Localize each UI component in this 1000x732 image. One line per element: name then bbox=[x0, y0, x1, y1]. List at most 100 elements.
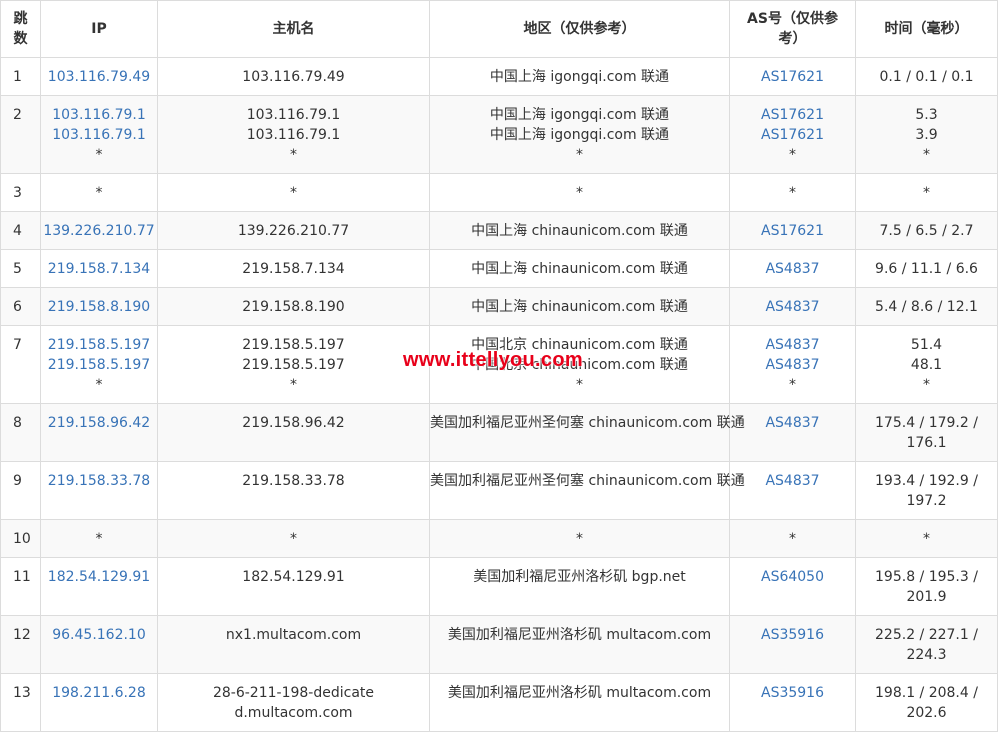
ip-link[interactable]: 198.211.6.28 bbox=[41, 683, 157, 703]
no-response-marker: * bbox=[789, 185, 796, 201]
time-cell: 9.6 / 11.1 / 6.6 bbox=[855, 249, 998, 288]
hop-cell: 8 bbox=[0, 403, 41, 462]
hostname-cell: nx1.multacom.com bbox=[157, 615, 430, 674]
hostname-text: 182.54.129.91 bbox=[242, 569, 345, 585]
region-text: 美国加利福尼亚州圣何塞 chinaunicom.com 联通 bbox=[430, 473, 745, 489]
region-text: 中国上海 igongqi.com 联通 bbox=[489, 127, 670, 143]
as-link[interactable]: AS64050 bbox=[730, 567, 855, 587]
ip-link[interactable]: 182.54.129.91 bbox=[41, 567, 157, 587]
table-row: 1 103.116.79.49 103.116.79.49 中国上海 igongqi.… bbox=[0, 57, 998, 96]
region-text: 中国北京 chinaunicom.com 联通 bbox=[471, 337, 688, 353]
table-row: 2 103.116.79.1 103.116.79.1 * 103.116.79.1 10… bbox=[0, 95, 998, 174]
time-cell: * bbox=[855, 519, 998, 558]
as-link[interactable]: AS4837 bbox=[730, 335, 855, 355]
as-link[interactable]: AS4837 bbox=[730, 355, 855, 375]
ip-link[interactable]: 103.116.79.49 bbox=[41, 67, 157, 87]
no-response-marker: * bbox=[576, 185, 583, 201]
as-cell: AS4837 bbox=[729, 249, 856, 288]
region-text: 中国上海 chinaunicom.com 联通 bbox=[471, 261, 688, 277]
hostname-cell: 219.158.96.42 bbox=[157, 403, 430, 462]
time-text: 195.8 / 195.3 / 201.9 bbox=[875, 569, 978, 605]
as-cell: AS4837 bbox=[729, 403, 856, 462]
as-link[interactable]: AS4837 bbox=[730, 259, 855, 279]
hostname-cell: 28-6-211-198-dedicated.multacom.com bbox=[157, 673, 430, 732]
as-link[interactable]: AS17621 bbox=[730, 125, 855, 145]
hostname-text: 219.158.5.197 bbox=[242, 337, 345, 353]
time-cell: 7.5 / 6.5 / 2.7 bbox=[855, 211, 998, 250]
hostname-cell: 219.158.5.197 219.158.5.197 * bbox=[157, 325, 430, 404]
time-text: 175.4 / 179.2 / 176.1 bbox=[875, 415, 978, 451]
as-cell: AS17621 bbox=[729, 211, 856, 250]
ip-link[interactable]: 219.158.96.42 bbox=[41, 413, 157, 433]
header-as: AS号（仅供参考） bbox=[729, 0, 856, 58]
time-text: 225.2 / 227.1 / 224.3 bbox=[875, 627, 978, 663]
hostname-text: 103.116.79.49 bbox=[242, 69, 345, 85]
table-header-row: 跳数 IP 主机名 地区（仅供参考） AS号（仅供参考） 时间（毫秒） bbox=[0, 0, 998, 58]
as-link[interactable]: AS17621 bbox=[730, 221, 855, 241]
region-cell: 美国加利福尼亚州圣何塞 chinaunicom.com 联通 bbox=[429, 403, 745, 462]
as-link[interactable]: AS35916 bbox=[730, 683, 855, 703]
as-cell: AS64050 bbox=[729, 557, 856, 616]
no-response-marker: * bbox=[789, 377, 796, 393]
header-hostname: 主机名 bbox=[157, 0, 430, 58]
table-row: 9 219.158.33.78 219.158.33.78 美国加利福尼亚州圣何塞 c… bbox=[0, 461, 998, 520]
ip-cell: 219.158.5.197 219.158.5.197 * bbox=[40, 325, 158, 404]
ip-link[interactable]: 103.116.79.1 bbox=[41, 105, 157, 125]
hostname-cell: 139.226.210.77 bbox=[157, 211, 430, 250]
as-link[interactable]: AS4837 bbox=[730, 413, 855, 433]
time-cell: 5.4 / 8.6 / 12.1 bbox=[855, 287, 998, 326]
region-text: 美国加利福尼亚州洛杉矶 bgp.net bbox=[473, 569, 686, 585]
time-text: 48.1 bbox=[910, 357, 943, 373]
no-response-marker: * bbox=[789, 531, 796, 547]
hostname-text: 139.226.210.77 bbox=[237, 223, 350, 239]
region-text: 美国加利福尼亚州圣何塞 chinaunicom.com 联通 bbox=[430, 415, 745, 431]
ip-link[interactable]: 219.158.33.78 bbox=[41, 471, 157, 491]
ip-link[interactable]: 219.158.5.197 bbox=[41, 335, 157, 355]
region-cell: 中国北京 chinaunicom.com 联通 中国北京 chinaunicom.… bbox=[429, 325, 730, 404]
hop-cell: 5 bbox=[0, 249, 41, 288]
as-cell: * bbox=[729, 519, 856, 558]
time-cell: 198.1 / 208.4 / 202.6 bbox=[855, 673, 998, 732]
hop-cell: 13 bbox=[0, 673, 41, 732]
time-text: 3.9 bbox=[915, 127, 938, 143]
hostname-text: 219.158.5.197 bbox=[242, 357, 345, 373]
no-response-marker: * bbox=[923, 147, 930, 163]
ip-link[interactable]: 219.158.5.197 bbox=[41, 355, 157, 375]
hop-cell: 7 bbox=[0, 325, 41, 404]
ip-cell: * bbox=[40, 519, 158, 558]
hop-cell: 3 bbox=[0, 173, 41, 212]
time-text: 7.5 / 6.5 / 2.7 bbox=[879, 223, 974, 239]
no-response-marker: * bbox=[576, 377, 583, 393]
hostname-cell: * bbox=[157, 519, 430, 558]
hop-cell: 10 bbox=[0, 519, 41, 558]
time-text: 5.3 bbox=[915, 107, 938, 123]
header-region: 地区（仅供参考） bbox=[429, 0, 730, 58]
region-text: 美国加利福尼亚州洛杉矶 multacom.com bbox=[447, 685, 712, 701]
ip-link[interactable]: 219.158.7.134 bbox=[41, 259, 157, 279]
hostname-cell: 103.116.79.1 103.116.79.1 * bbox=[157, 95, 430, 174]
region-cell: * bbox=[429, 519, 730, 558]
ip-link[interactable]: 96.45.162.10 bbox=[41, 625, 157, 645]
time-cell: 5.3 3.9 * bbox=[855, 95, 998, 174]
region-cell: 中国上海 chinaunicom.com 联通 bbox=[429, 287, 730, 326]
time-text: 5.4 / 8.6 / 12.1 bbox=[875, 299, 978, 315]
ip-cell: 103.116.79.1 103.116.79.1 * bbox=[40, 95, 158, 174]
as-link[interactable]: AS4837 bbox=[730, 471, 855, 491]
as-cell: AS17621 AS17621 * bbox=[729, 95, 856, 174]
as-link[interactable]: AS17621 bbox=[730, 105, 855, 125]
time-cell: 195.8 / 195.3 / 201.9 bbox=[855, 557, 998, 616]
as-cell: AS17621 bbox=[729, 57, 856, 96]
hop-cell: 1 bbox=[0, 57, 41, 96]
as-link[interactable]: AS17621 bbox=[730, 67, 855, 87]
ip-cell: 182.54.129.91 bbox=[40, 557, 158, 616]
ip-link[interactable]: 103.116.79.1 bbox=[41, 125, 157, 145]
hostname-cell: 219.158.8.190 bbox=[157, 287, 430, 326]
as-link[interactable]: AS4837 bbox=[730, 297, 855, 317]
hostname-text: 219.158.7.134 bbox=[242, 261, 345, 277]
ip-cell: 219.158.33.78 bbox=[40, 461, 158, 520]
ip-link[interactable]: 219.158.8.190 bbox=[41, 297, 157, 317]
region-text: 中国上海 igongqi.com 联通 bbox=[489, 107, 670, 123]
region-cell: 美国加利福尼亚州洛杉矶 bgp.net bbox=[429, 557, 730, 616]
as-link[interactable]: AS35916 bbox=[730, 625, 855, 645]
ip-link[interactable]: 139.226.210.77 bbox=[41, 221, 157, 241]
